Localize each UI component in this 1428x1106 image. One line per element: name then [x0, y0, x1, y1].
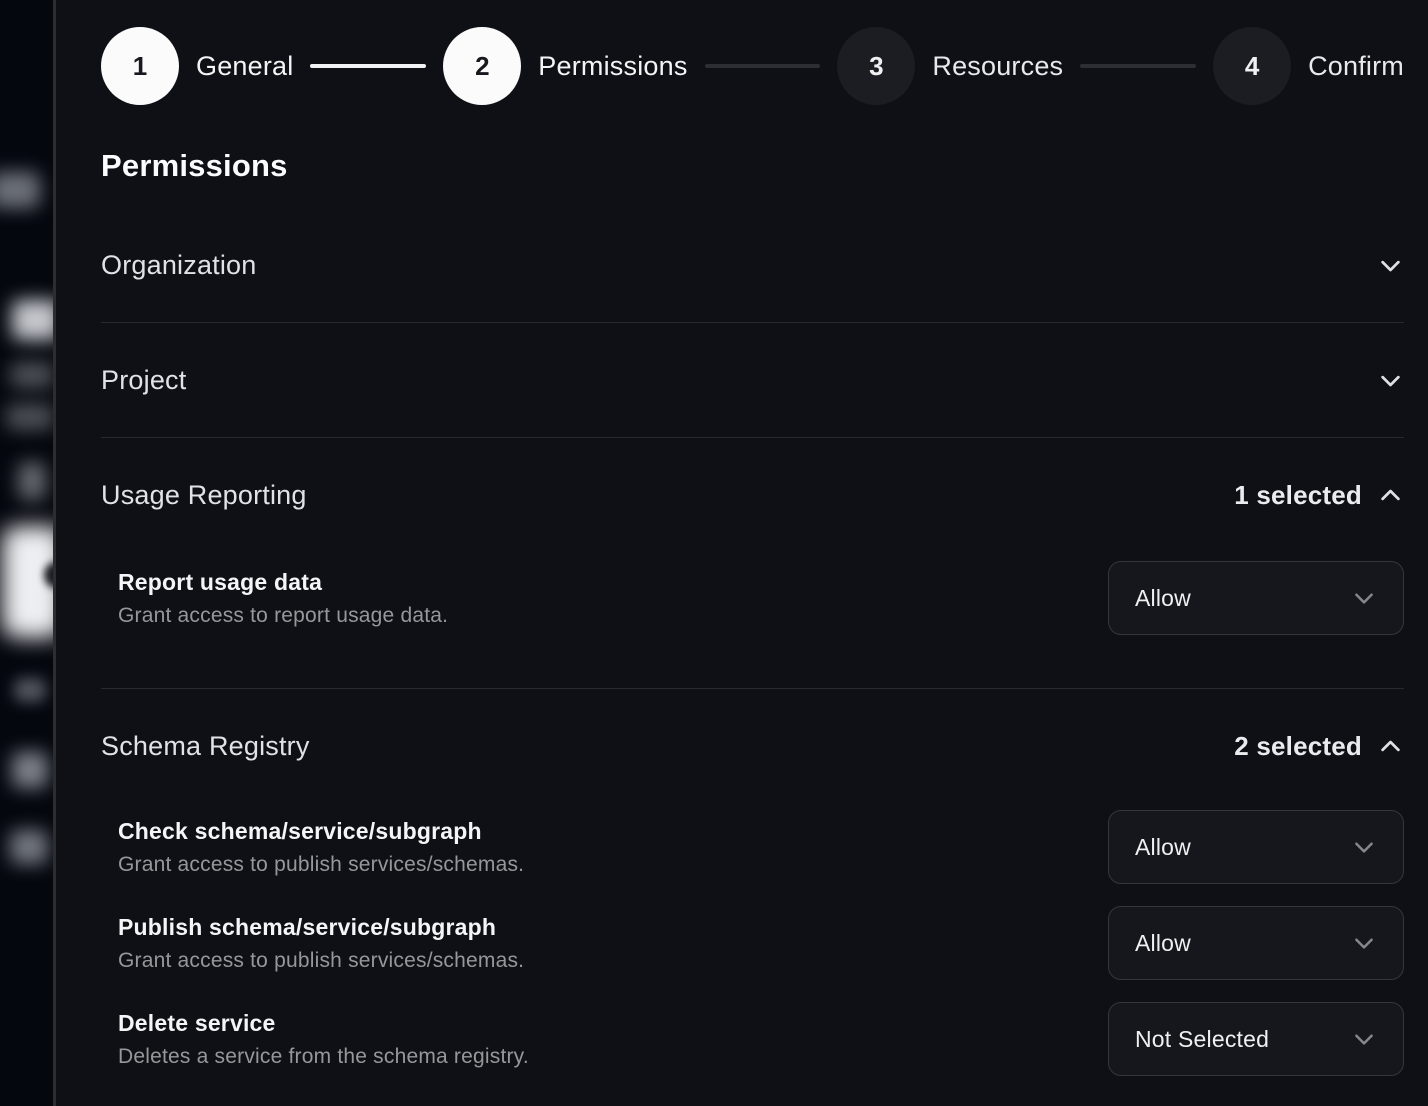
step-connector [1080, 64, 1196, 68]
blurred-text-line [6, 404, 53, 430]
permission-row-delete-service: Delete service Deletes a service from th… [101, 1002, 1404, 1076]
step-number-circle: 1 [101, 27, 179, 105]
section-body: Report usage data Grant access to report… [101, 552, 1404, 688]
section-title: Usage Reporting [101, 480, 307, 511]
section-body: Check schema/service/subgraph Grant acce… [101, 803, 1404, 1106]
permission-select-value: Allow [1135, 834, 1191, 861]
permission-select[interactable]: Allow [1108, 906, 1404, 980]
section-usage-reporting: Usage Reporting 1 selected Report usage … [101, 438, 1404, 689]
permission-row-publish-schema: Publish schema/service/subgraph Grant ac… [101, 906, 1404, 980]
section-project-header[interactable]: Project [101, 323, 1404, 437]
selected-count-badge: 2 selected [1234, 731, 1362, 762]
permission-select-value: Allow [1135, 585, 1191, 612]
permission-title: Report usage data [118, 569, 448, 596]
step-permissions[interactable]: 2 Permissions [443, 27, 687, 105]
permission-title: Publish schema/service/subgraph [118, 914, 524, 941]
section-schema-registry: Schema Registry 2 selected Check schema/… [101, 689, 1404, 1106]
step-number-circle: 4 [1213, 27, 1291, 105]
permission-select[interactable]: Allow [1108, 561, 1404, 635]
blurred-icon [18, 462, 46, 500]
chevron-down-icon [1351, 1026, 1377, 1052]
section-title: Organization [101, 250, 257, 281]
permission-title: Check schema/service/subgraph [118, 818, 524, 845]
chevron-down-icon [1351, 930, 1377, 956]
permission-description: Grant access to publish services/schemas… [118, 949, 524, 973]
section-usage-reporting-header[interactable]: Usage Reporting 1 selected [101, 438, 1404, 552]
chevron-up-icon [1377, 733, 1404, 760]
blurred-heading [12, 300, 53, 340]
chevron-down-icon [1351, 585, 1377, 611]
step-resources[interactable]: 3 Resources [837, 27, 1063, 105]
create-key-wizard-panel: 1 General 2 Permissions 3 Resources 4 Co… [56, 0, 1428, 1106]
step-number-circle: 2 [443, 27, 521, 105]
permission-select-value: Not Selected [1135, 1026, 1269, 1053]
step-confirm[interactable]: 4 Confirm [1213, 27, 1404, 105]
section-title: Project [101, 365, 186, 396]
step-general[interactable]: 1 General [101, 27, 293, 105]
blurred-background-page [0, 0, 53, 1106]
step-label: General [196, 51, 293, 82]
wizard-stepper: 1 General 2 Permissions 3 Resources 4 Co… [101, 27, 1404, 105]
permission-select[interactable]: Not Selected [1108, 1002, 1404, 1076]
blurred-text-line [10, 830, 48, 864]
permission-description: Grant access to report usage data. [118, 604, 448, 628]
section-schema-registry-header[interactable]: Schema Registry 2 selected [101, 689, 1404, 803]
blurred-text-line [10, 362, 53, 388]
chevron-down-icon [1377, 367, 1404, 394]
section-organization-header[interactable]: Organization [101, 208, 1404, 322]
step-number-circle: 3 [837, 27, 915, 105]
step-label: Resources [932, 51, 1063, 82]
section-title: Schema Registry [101, 731, 310, 762]
permission-select[interactable]: Allow [1108, 810, 1404, 884]
step-connector [705, 64, 821, 68]
permission-sections: Organization Project Usage Reporting 1 s… [101, 208, 1404, 1106]
blurred-text-line [14, 678, 46, 702]
selected-count-badge: 1 selected [1234, 480, 1362, 511]
step-connector [310, 64, 426, 68]
step-label: Permissions [538, 51, 687, 82]
section-organization: Organization [101, 208, 1404, 323]
permission-title: Delete service [118, 1010, 529, 1037]
step-label: Confirm [1308, 51, 1404, 82]
permission-description: Deletes a service from the schema regist… [118, 1045, 529, 1069]
blurred-text-line [12, 752, 48, 788]
chevron-down-icon [1377, 252, 1404, 279]
page-title: Permissions [101, 147, 1404, 184]
blurred-label [0, 172, 40, 208]
permission-row-check-schema: Check schema/service/subgraph Grant acce… [101, 810, 1404, 884]
permission-description: Grant access to publish services/schemas… [118, 853, 524, 877]
chevron-down-icon [1351, 834, 1377, 860]
section-project: Project [101, 323, 1404, 438]
permission-row-report-usage-data: Report usage data Grant access to report… [101, 561, 1404, 635]
permission-select-value: Allow [1135, 930, 1191, 957]
chevron-up-icon [1377, 482, 1404, 509]
